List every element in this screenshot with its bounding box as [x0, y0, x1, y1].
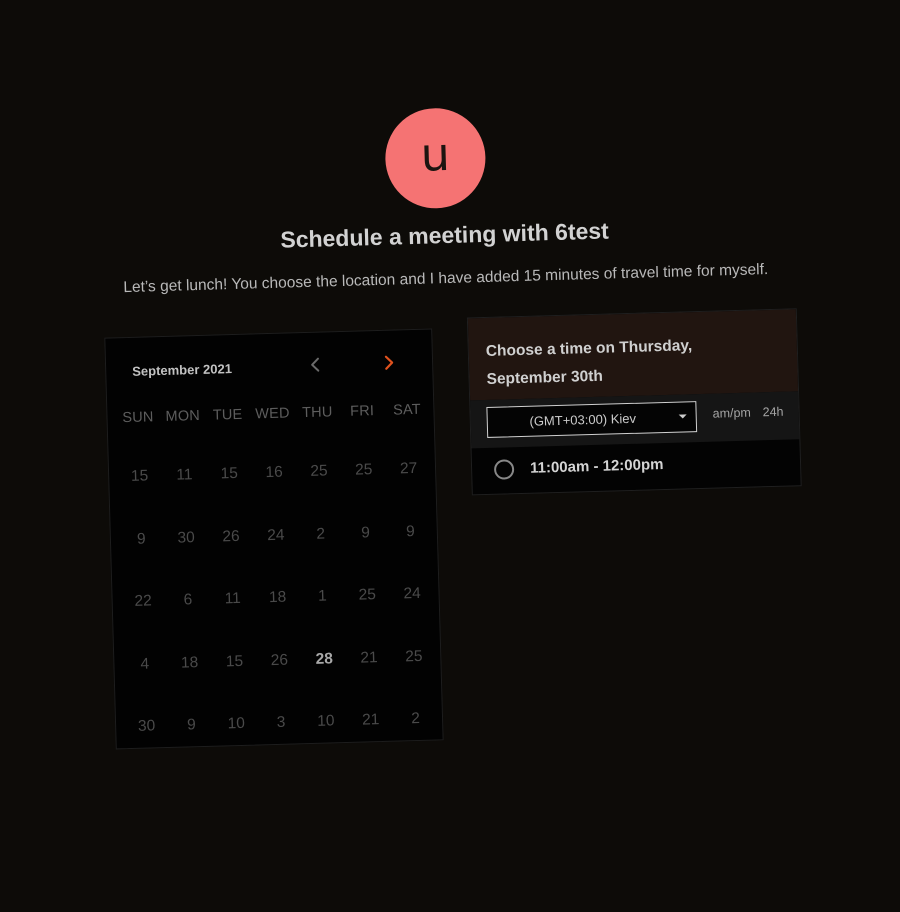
calendar-day: 18 — [180, 653, 199, 672]
weekday-label: SUN — [122, 409, 154, 427]
format-24h-toggle[interactable]: 24h — [762, 405, 783, 420]
timezone-value: (GMT+03:00) Kiev — [529, 410, 637, 429]
calendar-day: 3 — [276, 713, 286, 732]
calendar-day: 25 — [310, 462, 328, 481]
calendar-day-grid: 15 11 15 16 25 25 27 9 30 26 24 2 9 9 22… — [116, 438, 439, 759]
avatar: u — [384, 106, 487, 210]
caret-down-icon — [678, 414, 687, 419]
calendar-day: 11 — [224, 590, 242, 608]
weekday-label: TUE — [212, 406, 243, 424]
calendar-day: 21 — [361, 711, 380, 729]
calendar-day-available[interactable]: 28 — [301, 627, 348, 691]
weekday-header: SUN MON TUE WED THU FRI SAT — [115, 402, 429, 427]
calendar: September 2021 SUN MON TUE WED THU FRI S… — [104, 328, 444, 750]
calendar-day: 2 — [316, 525, 326, 543]
calendar-day: 6 — [183, 591, 193, 609]
scheduling-page: u Schedule a meeting with 6test Let’s ge… — [0, 0, 900, 912]
calendar-day: 30 — [137, 717, 156, 736]
calendar-day: 15 — [220, 465, 239, 483]
calendar-day: 22 — [134, 592, 152, 611]
calendar-day: 15 — [225, 652, 244, 671]
calendar-day: 10 — [227, 715, 246, 733]
calendar-day: 25 — [358, 586, 377, 604]
page-description: Let’s get lunch! You choose the location… — [123, 261, 769, 297]
time-slot[interactable]: 11:00am - 12:00pm — [472, 439, 801, 495]
weekday-label: THU — [301, 404, 333, 422]
calendar-day: 10 — [317, 712, 335, 731]
calendar-day: 21 — [360, 648, 378, 667]
format-ampm-toggle[interactable]: am/pm — [712, 406, 751, 421]
calendar-day: 9 — [136, 530, 146, 548]
calendar-day: 24 — [266, 526, 285, 544]
chevron-right-icon — [384, 355, 394, 370]
calendar-day: 30 — [177, 528, 196, 547]
calendar-day: 11 — [176, 466, 193, 484]
calendar-day: 9 — [405, 522, 415, 541]
weekday-label: WED — [255, 405, 290, 423]
calendar-day: 15 — [130, 467, 149, 486]
time-slot-label: 11:00am - 12:00pm — [529, 456, 664, 477]
weekday-label: MON — [165, 407, 201, 425]
time-selection-panel: Choose a time on Thursday, September 30t… — [466, 308, 802, 496]
calendar-next-button[interactable] — [378, 352, 399, 373]
time-panel-title: Choose a time on Thursday, September 30t… — [485, 337, 693, 388]
calendar-day: 26 — [270, 651, 289, 669]
calendar-day: 9 — [360, 524, 371, 542]
weekday-label: FRI — [349, 403, 375, 420]
radio-circle-icon[interactable] — [493, 459, 515, 480]
weekday-label: SAT — [392, 401, 422, 419]
calendar-month-label: September 2021 — [132, 361, 233, 379]
calendar-day: 4 — [140, 655, 150, 673]
calendar-day: 18 — [268, 588, 287, 607]
timezone-select[interactable]: (GMT+03:00) Kiev — [486, 401, 698, 438]
chevron-left-icon — [311, 357, 320, 372]
time-panel-header: Choose a time on Thursday, September 30t… — [467, 309, 799, 401]
calendar-day: 2 — [411, 710, 421, 728]
page-title: Schedule a meeting with 6test — [280, 217, 610, 253]
calendar-day: 27 — [399, 460, 418, 478]
calendar-day: 25 — [405, 647, 423, 666]
calendar-day: 25 — [354, 461, 373, 479]
calendar-prev-button[interactable] — [306, 354, 327, 375]
calendar-day: 16 — [265, 463, 283, 482]
calendar-day: 1 — [317, 587, 327, 605]
calendar-day: 26 — [222, 527, 240, 546]
calendar-day: 9 — [186, 716, 196, 734]
calendar-day: 24 — [403, 585, 421, 603]
